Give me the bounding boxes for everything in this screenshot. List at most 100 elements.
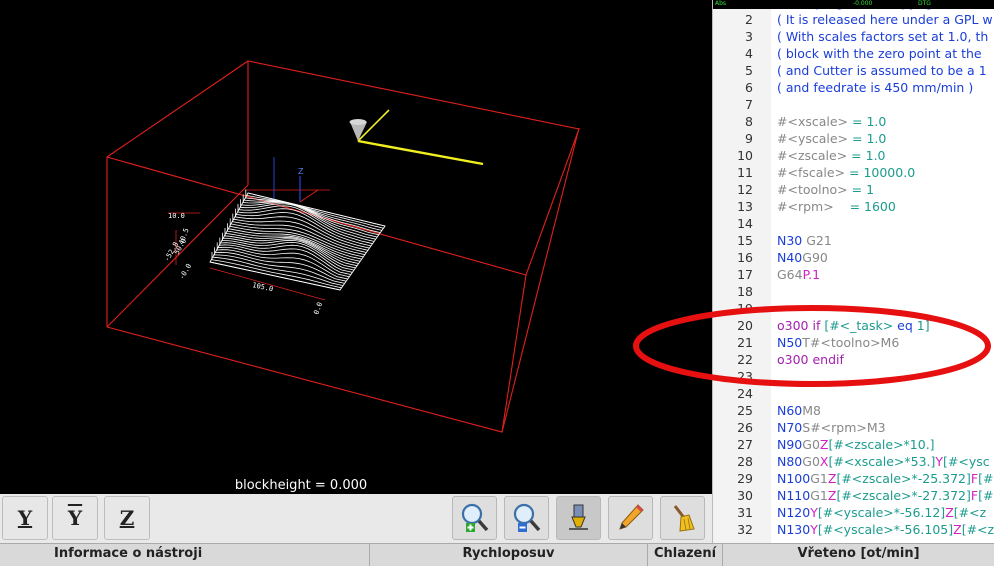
code-line[interactable]: 15 N30 G21 [713, 232, 994, 249]
code-line[interactable]: 13 #<rpm> = 1600 [713, 198, 994, 215]
code-line[interactable]: 23 [713, 368, 994, 385]
code-line[interactable]: 10 #<zscale> = 1.0 [713, 147, 994, 164]
code-line[interactable]: 7 [713, 96, 994, 113]
gcode-editor[interactable]: 1( This program is copyright of Rad2( It… [712, 0, 994, 543]
code-line[interactable]: 6 ( and feedrate is 450 mm/min ) [713, 79, 994, 96]
line-number: 10 [737, 148, 753, 163]
code-token: G90 [802, 250, 828, 265]
code-line[interactable]: 25 N60M8 [713, 402, 994, 419]
code-line[interactable]: 31 N120Y[#<yscale>*-56.12]Z[#<z [713, 504, 994, 521]
tool-info-tab[interactable]: Informace o nástroji [0, 544, 370, 566]
dim-label: -0.0 [178, 262, 193, 281]
code-token: #<yscale> [777, 131, 849, 146]
line-code: #<xscale> = 1.0 [777, 113, 886, 130]
line-code: #<zscale> = 1.0 [777, 147, 886, 164]
code-token: = 1.0 [848, 114, 887, 129]
code-token: Y [935, 454, 944, 469]
line-code: N130Y[#<yscale>*-56.105]Z[#<z [777, 521, 994, 538]
code-line[interactable]: 24 [713, 385, 994, 402]
rapid-rate-tab[interactable]: Rychloposuv [370, 544, 648, 566]
code-token: [# [978, 488, 994, 503]
dro-value: -0.000 [853, 0, 873, 7]
code-token: o300 endif [777, 352, 844, 367]
zoom-in-button[interactable] [452, 496, 497, 540]
clear-plot-button[interactable] [660, 496, 705, 540]
line-number: 3 [745, 29, 753, 44]
code-line[interactable]: 2 ( It is released here under a GPL w [713, 11, 994, 28]
zoom-out-button[interactable] [504, 496, 549, 540]
code-line[interactable]: 20 o300 if [#<_task> eq 1] [713, 317, 994, 334]
line-code: o300 endif [777, 351, 844, 368]
code-line[interactable]: 8 #<xscale> = 1.0 [713, 113, 994, 130]
view-y-rotated-button[interactable]: Y [52, 496, 98, 540]
dim-label: 0.0 [312, 301, 324, 316]
line-code: N120Y[#<yscale>*-56.12]Z[#<z [777, 504, 986, 521]
code-line[interactable]: 30 N110G1Z[#<zscale>*-27.372]F[# [713, 487, 994, 504]
code-line[interactable]: 28 N80G0X[#<xscale>*53.]Y[#<ysc [713, 453, 994, 470]
line-code: N80G0X[#<xscale>*53.]Y[#<ysc [777, 453, 990, 470]
code-line[interactable]: 11 #<fscale> = 10000.0 [713, 164, 994, 181]
code-token: P.1 [802, 267, 821, 282]
line-code: #<yscale> = 1.0 [777, 130, 886, 147]
view-y-button[interactable]: Y [2, 496, 48, 540]
code-line[interactable]: 9 #<yscale> = 1.0 [713, 130, 994, 147]
code-token: [#<z [953, 505, 987, 520]
code-line[interactable]: 18 [713, 283, 994, 300]
line-code: #<toolno> = 1 [777, 181, 874, 198]
code-token: [#<yscale>*-56.12] [817, 505, 946, 520]
spindle-tab[interactable]: Vřeteno [ot/min] [723, 544, 994, 566]
code-token: [#<zscale>*10.] [828, 437, 935, 452]
code-line[interactable]: 16 N40G90 [713, 249, 994, 266]
line-number: 18 [737, 284, 753, 299]
view-z-glyph: Z [119, 506, 135, 530]
code-token: [#<zscale>*-25.372] [836, 471, 971, 486]
code-token: = 10000.0 [845, 165, 916, 180]
code-token: = 1.0 [847, 148, 886, 163]
code-line[interactable]: 12 #<toolno> = 1 [713, 181, 994, 198]
line-code: ( With scales factors set at 1.0, th [777, 28, 988, 45]
code-line[interactable]: 32 N130Y[#<yscale>*-56.105]Z[#<z [713, 521, 994, 538]
code-token: Y [810, 505, 818, 520]
view-y-rot-glyph: Y [67, 506, 83, 530]
dro-dtg-label: DTG [918, 0, 931, 7]
code-token: Z [945, 505, 954, 520]
code-token: N60 [777, 403, 803, 418]
code-line[interactable]: 26 N70S#<rpm>M3 [713, 419, 994, 436]
coolant-tab[interactable]: Chlazení [648, 544, 723, 566]
code-line[interactable]: 5 ( and Cutter is assumed to be a 1 [713, 62, 994, 79]
code-token: Z [953, 522, 962, 537]
line-number: 32 [737, 522, 753, 537]
edit-button[interactable] [608, 496, 653, 540]
view-z-button[interactable]: Z [104, 496, 150, 540]
code-token: #<zscale> [777, 148, 848, 163]
code-line[interactable]: 27 N90G0Z[#<zscale>*10.] [713, 436, 994, 453]
code-token: N110 [777, 488, 811, 503]
line-code: G64P.1 [777, 266, 820, 283]
tool-view-button[interactable] [556, 496, 601, 540]
z-axis-label: Z [298, 167, 304, 176]
preview-viewport[interactable]: 10.0 40.5 -52.8 50.0 -0.0 105.0 0.0 Z bl… [0, 0, 712, 494]
code-token: Y [810, 522, 818, 537]
code-line[interactable]: 21 N50T#<toolno>M6 [713, 334, 994, 351]
line-number: 25 [737, 403, 753, 418]
code-token: N90 [777, 437, 803, 452]
line-code: #<rpm> = 1600 [777, 198, 896, 215]
view-y-glyph: Y [17, 506, 33, 530]
origin-axes: Z [273, 157, 319, 203]
code-line[interactable]: 29 N100G1Z[#<zscale>*-25.372]F[# [713, 470, 994, 487]
line-code: N110G1Z[#<zscale>*-27.372]F[# [777, 487, 993, 504]
code-token: G21 [802, 233, 832, 248]
code-line[interactable]: 14 [713, 215, 994, 232]
code-token: eq [897, 318, 913, 333]
code-token: G0 [802, 454, 820, 469]
line-number: 6 [745, 80, 753, 95]
line-number: 23 [737, 369, 753, 384]
code-line[interactable]: 4 ( block with the zero point at the [713, 45, 994, 62]
code-token: F [970, 488, 979, 503]
code-line[interactable]: 19 [713, 300, 994, 317]
code-line[interactable]: 17 G64P.1 [713, 266, 994, 283]
code-line[interactable]: 22 o300 endif [713, 351, 994, 368]
code-token: [#<yscale>*-56.105] [817, 522, 954, 537]
line-number: 24 [737, 386, 753, 401]
code-line[interactable]: 3 ( With scales factors set at 1.0, th [713, 28, 994, 45]
